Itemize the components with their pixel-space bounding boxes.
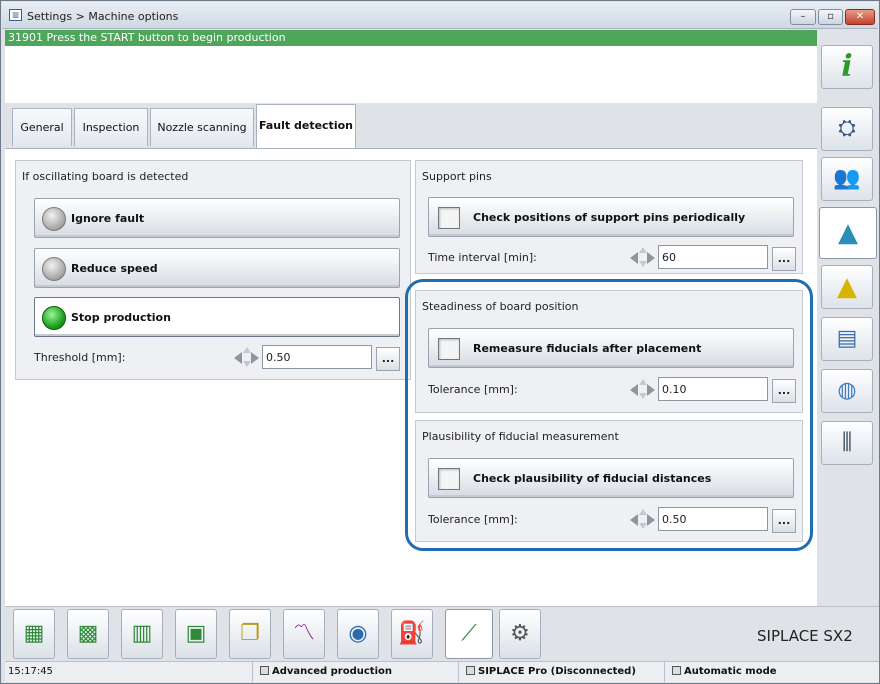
tab-fault-detection[interactable]: Fault detection: [256, 104, 356, 150]
feeder-tools-button[interactable]: ⫼: [821, 421, 873, 465]
threshold-more-button[interactable]: ...: [376, 347, 400, 371]
machine-options-icon: ▲: [838, 218, 858, 248]
time-interval-spinner-icon[interactable]: [630, 247, 656, 267]
tab-nozzle-scanning[interactable]: Nozzle scanning: [150, 108, 254, 146]
feeder-tools-icon: ⫼: [841, 430, 853, 455]
highlight-outline: [405, 279, 813, 551]
minimize-button[interactable]: –: [790, 9, 816, 25]
oil-can-button[interactable]: ⛽: [391, 609, 433, 659]
stop-production-indicator-icon: [42, 306, 66, 330]
time-interval-row: Time interval [min]: ...: [428, 245, 802, 271]
users-button[interactable]: 👥: [821, 157, 873, 201]
time-interval-more-button[interactable]: ...: [772, 247, 796, 271]
support-pins-group: Support pins Check positions of support …: [415, 160, 803, 274]
globe-button[interactable]: ◍: [821, 369, 873, 413]
statistics-button[interactable]: ▤: [821, 317, 873, 361]
tab-general[interactable]: General: [12, 108, 72, 146]
trend-chart-button[interactable]: 〽: [283, 609, 325, 659]
trend-chart-icon: 〽: [292, 621, 315, 646]
grid-icon: ▩: [77, 621, 99, 646]
tab-bar: General Inspection Nozzle scanning Fault…: [5, 103, 817, 150]
documents-button[interactable]: ❐: [229, 609, 271, 659]
settings-hand-icon: ⚙: [510, 621, 530, 646]
warning-icon: ▲: [837, 272, 857, 302]
right-toolbar: i ⛭ 👥 ▲ ▲ ▤ ◍ ⫼: [819, 29, 879, 605]
connection-label: SIPLACE Pro (Disconnected): [478, 666, 636, 677]
statistics-icon: ▤: [836, 326, 858, 351]
user-mode: Advanced production: [253, 662, 459, 682]
footer-status-bar: 15:17:45 Advanced production SIPLACE Pro…: [5, 661, 879, 682]
ignore-fault-label: Ignore fault: [71, 212, 145, 225]
machine-operator-icon: ⛭: [838, 116, 856, 141]
stop-production-button[interactable]: Stop production: [34, 297, 400, 337]
boards-button[interactable]: ▦: [13, 609, 55, 659]
support-pins-title: Support pins: [422, 170, 492, 183]
oscillating-board-title: If oscillating board is detected: [22, 170, 189, 183]
warning-button[interactable]: ▲: [821, 265, 873, 309]
threshold-label: Threshold [mm]:: [34, 351, 126, 364]
boards-icon: ▦: [23, 621, 45, 646]
reduce-speed-label: Reduce speed: [71, 262, 158, 275]
settings-hand-button[interactable]: ⚙: [499, 609, 541, 659]
support-pins-check-button[interactable]: Check positions of support pins periodic…: [428, 197, 794, 237]
threshold-spinner-icon[interactable]: [234, 347, 260, 367]
connection-status: SIPLACE Pro (Disconnected): [459, 662, 665, 682]
grid-button[interactable]: ▩: [67, 609, 109, 659]
user-mode-label: Advanced production: [272, 666, 392, 677]
oscillating-board-group: If oscillating board is detected Ignore …: [15, 160, 411, 380]
tab-inspection[interactable]: Inspection: [74, 108, 148, 146]
reduce-speed-button[interactable]: Reduce speed: [34, 248, 400, 288]
app-icon: ▥: [9, 9, 22, 21]
ignore-fault-button[interactable]: Ignore fault: [34, 198, 400, 238]
info-button[interactable]: i: [821, 45, 873, 89]
status-message: 31901 Press the START button to begin pr…: [5, 30, 817, 46]
operation-mode-label: Automatic mode: [684, 666, 777, 677]
machine-operator-button[interactable]: ⛭: [821, 107, 873, 151]
connection-icon: [466, 666, 475, 675]
close-button[interactable]: ✕: [845, 9, 875, 25]
ignore-fault-indicator-icon: [42, 207, 66, 231]
stop-production-label: Stop production: [71, 311, 171, 324]
support-pins-check-label: Check positions of support pins periodic…: [473, 211, 746, 224]
maximize-button[interactable]: ▫: [818, 9, 843, 25]
clock: 15:17:45: [5, 662, 253, 682]
bar-chart-icon: ▥: [131, 621, 153, 646]
machine-options-button[interactable]: ▲: [819, 207, 877, 259]
operation-mode: Automatic mode: [665, 662, 877, 682]
service-tool-button[interactable]: ⟋: [445, 609, 493, 659]
time-interval-input[interactable]: [658, 245, 768, 269]
service-tool-icon: ⟋: [461, 621, 477, 646]
time-interval-label: Time interval [min]:: [428, 251, 537, 264]
machine-brand: SIPLACE SX2: [757, 627, 853, 645]
camera-icon: ◉: [348, 621, 368, 646]
threshold-input[interactable]: [262, 345, 372, 369]
reduce-speed-indicator-icon: [42, 257, 66, 281]
support-pins-checkbox[interactable]: [438, 207, 460, 229]
users-icon: 👥: [833, 166, 861, 191]
documents-icon: ❐: [240, 621, 260, 646]
bar-chart-button[interactable]: ▥: [121, 609, 163, 659]
info-icon: i: [841, 49, 853, 84]
threshold-row: Threshold [mm]: ...: [34, 345, 404, 371]
layout-icon: ▣: [185, 621, 207, 646]
title-bar: ▥ Settings > Machine options – ▫ ✕: [2, 2, 878, 29]
bottom-toolbar: ▦ ▩ ▥ ▣ ❐ 〽 ◉ ⛽ ⟋ ⚙ SIPLACE SX2: [5, 606, 879, 661]
layout-button[interactable]: ▣: [175, 609, 217, 659]
camera-button[interactable]: ◉: [337, 609, 379, 659]
window-title: Settings > Machine options: [27, 10, 179, 23]
settings-window: ▥ Settings > Machine options – ▫ ✕ 31901…: [0, 0, 880, 684]
user-icon: [260, 666, 269, 675]
globe-icon: ◍: [837, 378, 857, 403]
oil-can-icon: ⛽: [398, 621, 426, 646]
message-area: [5, 46, 817, 103]
operation-mode-icon: [672, 666, 681, 675]
